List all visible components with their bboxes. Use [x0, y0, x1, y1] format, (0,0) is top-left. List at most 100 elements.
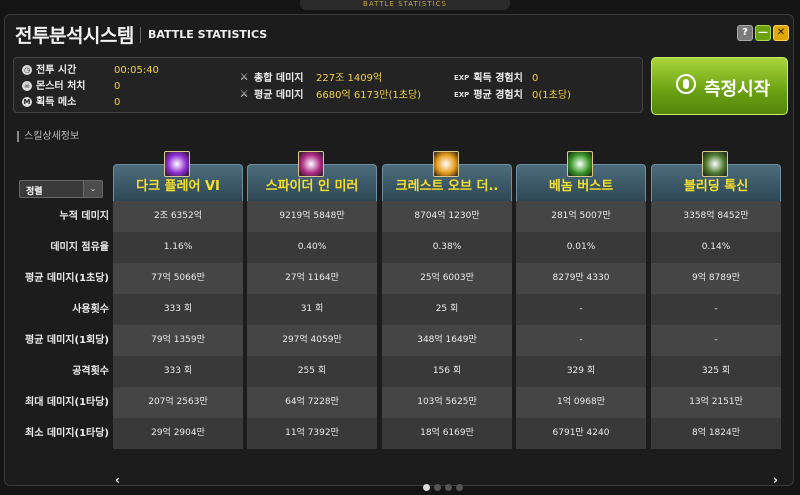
row-label: 누적 데미지 [59, 211, 109, 222]
skill-icon [164, 151, 190, 177]
stat-cell: - [516, 294, 646, 325]
stat-cell: 8억 1824만 [651, 418, 781, 449]
exp-icon: EXP [454, 91, 470, 99]
sort-dropdown-value: 정렬 [26, 187, 43, 197]
stat-cell: 156 회 [382, 356, 512, 387]
battle-time-stat: ◷ 전투 시간 00:05:40 [22, 65, 159, 76]
meso-icon: M [22, 97, 32, 107]
skill-column[interactable]: 스파이더 인 미러 9219억 5848만 0.40% 27억 1164만 31 회 29… [247, 151, 377, 470]
sword-icon: ⚔ [239, 72, 249, 83]
stat-cell: 13억 2151만 [651, 387, 781, 418]
row-labels: 누적 데미지 데미지 점유율 평균 데미지(1초당) 사용횟수 평균 데미지(1… [13, 201, 113, 449]
prev-page-icon[interactable]: ‹ [115, 473, 120, 487]
skill-stat-cells: 281억 5007만 0.01% 8279만 4330- -329 회 1억 0968만… [516, 201, 646, 449]
stat-cell: 333 회 [113, 294, 243, 325]
section-title: 스킬상세정보 [17, 131, 79, 142]
stat-cell: 0.38% [382, 232, 512, 263]
avg-exp-stat: EXP 평균 경험치 0(1초당) [454, 90, 571, 101]
skill-column[interactable]: 다크 플레어 VI 2조 6352억 1.16% 77억 5066만 333 회 79억 … [113, 151, 243, 470]
stat-cell: 11억 7392만 [247, 418, 377, 449]
skill-stat-cells: 8704억 1230만 0.38% 25억 6003만 25 회 348억 1649만 1… [382, 201, 512, 449]
title-divider [140, 27, 141, 43]
summary-stats-panel: ◷ 전투 시간 00:05:40 ☠ 몬스터 처치 0 M 획득 메소 0 ⚔ 총합 데… [13, 57, 643, 113]
stat-cell: 0.01% [516, 232, 646, 263]
stat-cell: 207억 2563만 [113, 387, 243, 418]
stat-cell: 25억 6003만 [382, 263, 512, 294]
stat-cell: - [651, 294, 781, 325]
skill-icon [433, 151, 459, 177]
chevron-down-icon[interactable]: ⌄ [83, 181, 102, 197]
stat-cell: 255 회 [247, 356, 377, 387]
stat-cell: 2조 6352억 [113, 201, 243, 232]
skill-column[interactable]: 블리딩 톡신 3358억 8452만 0.14% 9억 8789만 - -325 회 13억… [651, 151, 781, 470]
stat-cell: 79억 1359만 [113, 325, 243, 356]
row-label: 최대 데미지(1타당) [25, 397, 109, 408]
title-bar[interactable]: 전투분석시스템 BATTLE STATISTICS ? — ✕ [5, 15, 793, 55]
row-label: 평균 데미지(1회당) [25, 335, 109, 346]
stat-cell: 3358억 8452만 [651, 201, 781, 232]
avg-damage-value: 6680억 6173만(1초당) [316, 90, 422, 101]
stat-cell: 29억 2904만 [113, 418, 243, 449]
stat-cell: 64억 7228만 [247, 387, 377, 418]
window-subtitle: BATTLE STATISTICS [148, 28, 268, 41]
stat-cell: 1억 0968만 [516, 387, 646, 418]
exp-icon: EXP [454, 74, 470, 82]
skill-stat-cells: 2조 6352억 1.16% 77억 5066만 333 회 79억 1359만 333 … [113, 201, 243, 449]
stat-cell: 329 회 [516, 356, 646, 387]
stat-cell: 325 회 [651, 356, 781, 387]
meso-value: 0 [114, 97, 121, 108]
stat-cell: 31 회 [247, 294, 377, 325]
exp-gain-value: 0 [532, 73, 539, 84]
clock-icon: ◷ [22, 65, 32, 75]
row-label: 공격횟수 [72, 366, 109, 377]
help-button[interactable]: ? [737, 25, 753, 41]
skill-stat-cells: 3358억 8452만 0.14% 9억 8789만 - -325 회 13억 2151만… [651, 201, 781, 449]
start-measure-button[interactable]: 측정시작 [651, 57, 788, 115]
meso-stat: M 획득 메소 0 [22, 97, 121, 108]
close-button[interactable]: ✕ [773, 25, 789, 41]
stat-cell: 0.14% [651, 232, 781, 263]
stat-cell: 6791만 4240 [516, 418, 646, 449]
avg-damage-stat: ⚔ 평균 데미지 6680억 6173만(1초당) [239, 89, 422, 102]
total-damage-stat: ⚔ 총합 데미지 227조 1409억 [239, 72, 383, 85]
stat-cell: 8704억 1230만 [382, 201, 512, 232]
stat-cell: 25 회 [382, 294, 512, 325]
avg-exp-value: 0(1초당) [532, 90, 571, 101]
stat-cell: 0.40% [247, 232, 377, 263]
battle-time-value: 00:05:40 [114, 65, 159, 76]
monster-kill-stat: ☠ 몬스터 처치 0 [22, 81, 121, 92]
stat-cell: - [651, 325, 781, 356]
skill-icon [298, 151, 324, 177]
skill-stat-cells: 9219억 5848만 0.40% 27억 1164만 31 회 297억 4059만 2… [247, 201, 377, 449]
stat-cell: 18억 6169만 [382, 418, 512, 449]
sort-dropdown[interactable]: 정렬 ⌄ [19, 180, 103, 198]
stat-cell: 281억 5007만 [516, 201, 646, 232]
page-indicator [423, 476, 467, 495]
timer-icon [676, 74, 696, 94]
stat-cell: 9219억 5848만 [247, 201, 377, 232]
stat-cell: 333 회 [113, 356, 243, 387]
next-page-icon[interactable]: › [773, 473, 778, 487]
exp-gain-stat: EXP 획득 경험치 0 [454, 73, 539, 84]
minimize-button[interactable]: — [755, 25, 771, 41]
stat-cell: 77억 5066만 [113, 263, 243, 294]
stat-cell: 297억 4059만 [247, 325, 377, 356]
stat-cell: 103억 5625만 [382, 387, 512, 418]
top-strip-label: BATTLE STATISTICS [300, 0, 510, 10]
skill-icon [567, 151, 593, 177]
skull-icon: ☠ [22, 81, 32, 91]
stat-cell: 348억 1649만 [382, 325, 512, 356]
row-label: 평균 데미지(1초당) [25, 273, 109, 284]
skill-icon [702, 151, 728, 177]
total-damage-value: 227조 1409억 [316, 73, 383, 84]
stat-cell: 9억 8789만 [651, 263, 781, 294]
stat-cell: 27억 1164만 [247, 263, 377, 294]
row-label: 사용횟수 [72, 304, 109, 315]
row-label: 최소 데미지(1타당) [25, 428, 109, 439]
skill-column[interactable]: 크레스트 오브 더.. 8704억 1230만 0.38% 25억 6003만 25 회… [382, 151, 512, 470]
sword-icon: ⚔ [239, 89, 249, 100]
monster-kill-value: 0 [114, 81, 121, 92]
skill-column[interactable]: 베놈 버스트 281억 5007만 0.01% 8279만 4330- -329 회 1억… [516, 151, 646, 470]
battle-statistics-window: 전투분석시스템 BATTLE STATISTICS ? — ✕ ◷ 전투 시간 0… [4, 14, 794, 491]
stat-cell: 8279만 4330 [516, 263, 646, 294]
